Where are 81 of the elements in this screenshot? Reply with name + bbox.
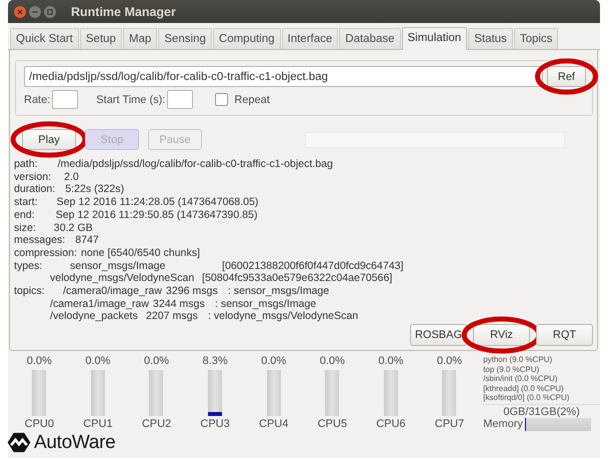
process-entry: /sbin/init (0.0 %CPU) <box>483 374 558 384</box>
process-entry: python (9.0 %CPU) <box>483 355 554 365</box>
info-key: types: <box>14 260 70 272</box>
cpu-reading: 0.0% <box>436 355 462 367</box>
cpu-label: CPU2 <box>142 418 172 430</box>
cpu-label: CPU3 <box>200 418 230 430</box>
info-key: path: <box>14 158 38 171</box>
info-key: compression: <box>14 246 77 260</box>
process-entry: top (9.0 %CPU) <box>483 364 540 374</box>
rqt-button[interactable]: RQT <box>536 324 593 346</box>
info-key: messages: <box>14 234 66 247</box>
maximize-icon[interactable] <box>44 6 56 18</box>
info-value: 3244 msgs <box>152 298 206 310</box>
rate-field[interactable] <box>52 90 78 109</box>
minimize-icon[interactable] <box>29 6 41 18</box>
cpu-label: CPU4 <box>259 418 288 430</box>
rate-label: Rate: <box>24 94 50 106</box>
tab[interactable]: Status <box>468 28 513 49</box>
rviz-button[interactable]: RViz <box>473 324 530 346</box>
repeat-label: Repeat <box>234 94 270 106</box>
info-key: duration: <box>14 183 56 196</box>
info-value: 8747 <box>75 234 99 247</box>
cpu-reading: 0.0% <box>85 355 110 367</box>
window-title: Runtime Manager <box>71 4 176 18</box>
info-value: /camera0/image_raw <box>63 285 162 298</box>
tab[interactable]: Topics <box>514 28 558 49</box>
info-value: /media/pdsljp/ssd/log/calib/for-calib-c0-traffic-c1-object.bag <box>58 158 333 171</box>
rosbag-button[interactable]: ROSBAG <box>410 324 467 346</box>
info-value: sensor_msgs/Image <box>70 260 166 272</box>
cpu-reading: 0.0% <box>320 355 345 367</box>
info-value: /velodyne_packets <box>50 310 139 324</box>
info-value: velodyne_msgs/VelodyneScan <box>50 272 196 286</box>
info-value: 5:22s (322s) <box>65 183 124 196</box>
start-time-field[interactable] <box>167 90 194 109</box>
cpu-label: CPU6 <box>376 418 406 430</box>
tab[interactable]: Sensing <box>158 28 212 49</box>
process-entry: [ksoftirqd/0] (0.0 %CPU) <box>483 393 570 403</box>
cpu-reading: 0.0% <box>26 355 52 367</box>
start-time-label: Start Time (s): <box>96 94 166 106</box>
tab[interactable]: Computing <box>212 28 281 49</box>
process-entry: [kthreadd] (0.0 %CPU) <box>483 384 565 394</box>
repeat-checkbox[interactable] <box>215 93 228 106</box>
info-value: 2207 msgs <box>146 310 199 324</box>
cpu-label: CPU7 <box>434 418 464 430</box>
cpu-label: CPU5 <box>318 418 347 430</box>
ref-button[interactable]: Ref <box>546 66 586 87</box>
play-button[interactable]: Play <box>22 129 76 150</box>
cpu-reading: 0.0% <box>261 355 286 367</box>
info-key: version: <box>14 170 52 184</box>
info-value: : sensor_msgs/Image <box>214 298 316 310</box>
cpu-label: CPU1 <box>83 418 113 430</box>
info-value: 2.0 <box>64 170 79 184</box>
tab[interactable]: Quick Start <box>10 28 79 49</box>
logo-icon <box>7 432 31 453</box>
logo-text: AutoWare <box>34 432 116 453</box>
path-field[interactable]: /media/pdsljp/ssd/log/calib/for-calib-c0-traffic-c1-object.bag <box>24 66 543 87</box>
tab[interactable]: Interface <box>282 28 338 49</box>
info-value: Sep 12 2016 11:24:28.05 (1473647068.05) <box>56 196 258 209</box>
info-value: : sensor_msgs/Image <box>228 285 330 298</box>
memory-label: Memory <box>483 420 523 430</box>
info-key: size: <box>14 222 36 234</box>
info-value: 30.2 GB <box>54 222 93 234</box>
cpu-reading: 8.3% <box>202 355 228 367</box>
cpu-reading: 0.0% <box>144 355 170 367</box>
info-key: end: <box>14 208 35 222</box>
info-value: 3296 msgs <box>166 285 219 298</box>
info-value: [50804fc9533a0e579e6322c04ae70566] <box>202 272 392 286</box>
tab[interactable]: Database <box>339 28 400 49</box>
cpu-label: CPU0 <box>24 418 54 430</box>
info-value: /camera1/image_raw <box>50 298 149 310</box>
close-icon[interactable] <box>14 6 26 18</box>
info-key: start: <box>14 196 38 209</box>
info-value: Sep 12 2016 11:29:50.85 (1473647390.85) <box>56 208 258 222</box>
info-value: none [6540/6540 chunks] <box>81 246 200 260</box>
info-value: : velodyne_msgs/VelodyneScan <box>208 310 358 324</box>
cpu-reading: 0.0% <box>378 355 404 367</box>
info-value: [060021388200f6f0f447d0fcd9c64743] <box>222 260 404 272</box>
tab[interactable]: Simulation <box>402 27 468 50</box>
tab[interactable]: Setup <box>80 28 122 49</box>
info-key: topics: <box>14 285 63 298</box>
tab[interactable]: Map <box>122 28 158 49</box>
